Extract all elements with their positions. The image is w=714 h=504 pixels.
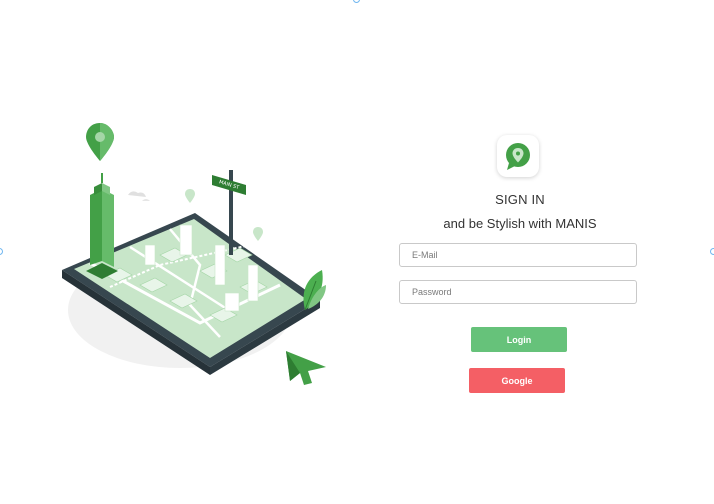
map-pin-chat-icon (506, 143, 530, 170)
app-logo (497, 135, 539, 177)
sign-in-subtitle: and be Stylish with MANIS (443, 216, 597, 231)
left-edge-dot (0, 248, 3, 255)
google-sign-in-button[interactable]: Google (469, 368, 565, 393)
top-edge-dot (353, 0, 360, 3)
email-field[interactable] (399, 243, 637, 267)
password-field[interactable] (399, 280, 637, 304)
sign-in-title: SIGN IN (495, 192, 545, 207)
city-map-phone-illustration: MAIN ST (62, 123, 326, 385)
city-map-illustration: MAIN ST (50, 115, 350, 385)
right-edge-dot (710, 248, 714, 255)
login-button[interactable]: Login (471, 327, 567, 352)
